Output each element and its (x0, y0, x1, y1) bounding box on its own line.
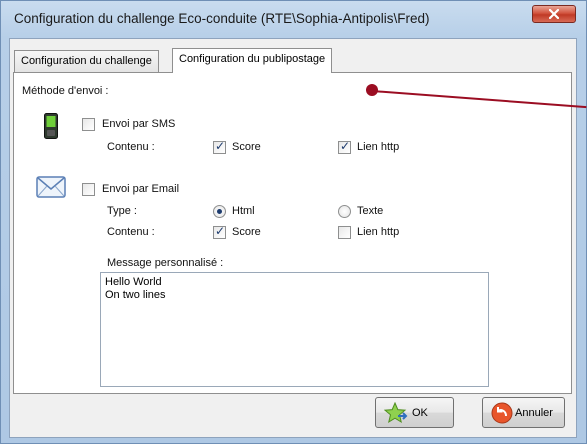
envelope-icon (36, 176, 66, 198)
title-bar[interactable]: Configuration du challenge Eco-conduite … (1, 1, 586, 37)
ok-button[interactable]: OK (375, 397, 454, 428)
email-link-label: Lien http (357, 226, 400, 238)
email-type-text-label: Texte (357, 205, 384, 217)
email-score-label: Score (232, 226, 261, 238)
send-method-label: Méthode d'envoi : (22, 85, 109, 97)
custom-message-textarea[interactable]: Hello World On two lines (100, 272, 489, 387)
sms-score-label: Score (232, 141, 261, 153)
tab-challenge-config[interactable]: Configuration du challenge (14, 50, 159, 72)
ok-button-label: OK (412, 407, 428, 419)
dialog-body: Configuration du challenge Configuration… (9, 38, 577, 438)
star-arrow-icon (384, 402, 408, 424)
dialog-window: Configuration du challenge Eco-conduite … (0, 0, 587, 444)
email-score-checkbox[interactable] (213, 224, 226, 239)
cancel-button[interactable]: Annuler (482, 397, 565, 428)
email-link-checkbox[interactable] (338, 226, 351, 239)
mobile-phone-icon (44, 113, 58, 139)
sms-send-checkbox[interactable] (82, 118, 95, 131)
email-type-html-label: Html (232, 205, 255, 217)
sms-send-label: Envoi par SMS (102, 118, 176, 130)
sms-score-checkbox[interactable] (213, 139, 226, 154)
window-title: Configuration du challenge Eco-conduite … (14, 11, 430, 26)
email-type-label: Type : (107, 205, 137, 217)
tab-mailing-config[interactable]: Configuration du publipostage (172, 48, 333, 73)
sms-link-label: Lien http (357, 141, 400, 153)
email-type-text-radio[interactable] (338, 205, 351, 218)
cancel-button-label: Annuler (515, 407, 553, 419)
email-send-checkbox[interactable] (82, 183, 95, 196)
close-button[interactable] (532, 5, 576, 23)
email-type-html-radio[interactable] (213, 205, 226, 218)
sms-link-checkbox[interactable] (338, 139, 351, 154)
tab-panel-mailing: Méthode d'envoi : Envoi par SMS Contenu … (13, 72, 572, 394)
custom-message-label: Message personnalisé : (107, 257, 224, 269)
close-icon (549, 9, 559, 19)
cancel-arrow-icon (491, 402, 513, 424)
email-content-label: Contenu : (107, 226, 155, 238)
sms-content-label: Contenu : (107, 141, 155, 153)
email-send-label: Envoi par Email (102, 183, 180, 195)
